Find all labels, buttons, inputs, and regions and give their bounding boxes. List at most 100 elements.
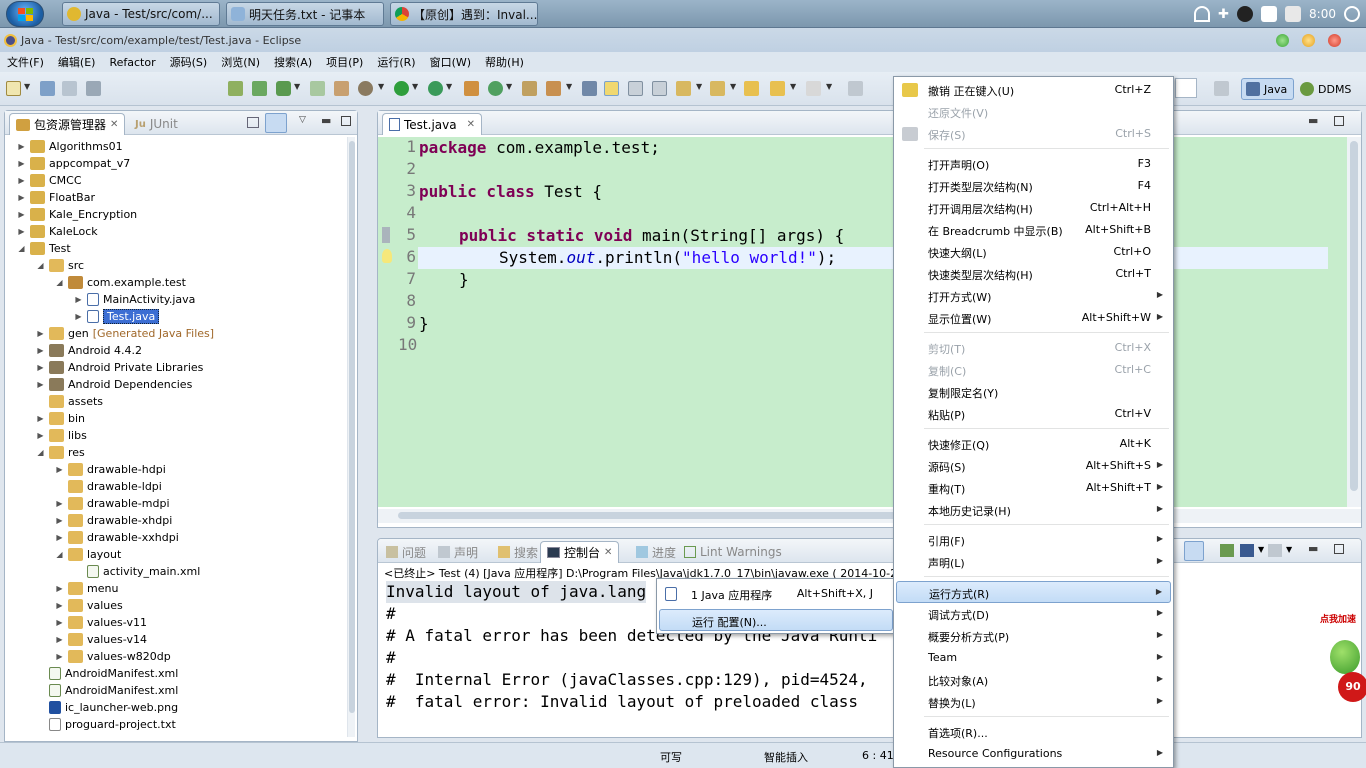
chevron-down-icon[interactable]: ▼: [826, 82, 834, 91]
taskbar-button-chrome[interactable]: 【原创】遇到：Inval...: [390, 2, 538, 26]
forward-icon[interactable]: [806, 81, 821, 96]
link-with-editor-icon[interactable]: [265, 113, 287, 133]
chevron-down-icon[interactable]: ▼: [1258, 545, 1264, 554]
android-sdk-icon[interactable]: [252, 81, 267, 96]
tab-search[interactable]: 搜索: [492, 543, 544, 561]
previous-edit-icon[interactable]: [710, 81, 725, 96]
menu-item-replace-with[interactable]: 替换为(L) ▶: [896, 691, 1171, 713]
block-selection-icon[interactable]: [628, 81, 643, 96]
tree-item-folder[interactable]: ▶ drawable-xxhdpi: [55, 529, 179, 546]
menu-source[interactable]: 源码(S): [163, 54, 215, 70]
tree-item-project[interactable]: ▶ Algorithms01: [17, 138, 123, 155]
open-type-icon[interactable]: [522, 81, 537, 96]
new-file-icon[interactable]: [6, 81, 21, 96]
menu-window[interactable]: 窗口(W): [423, 54, 478, 70]
menu-item-quick-type-hierarchy[interactable]: 快速类型层次结构(H) Ctrl+T: [896, 263, 1171, 285]
tree-item-file[interactable]: activity_main.xml: [74, 563, 200, 580]
menu-item-copy[interactable]: 复制(C) Ctrl+C: [896, 359, 1171, 381]
pin-console-icon[interactable]: [1184, 541, 1204, 561]
tree-item-project[interactable]: ▶ FloatBar: [17, 189, 95, 206]
menu-item-source[interactable]: 源码(S) Alt+Shift+S ▶: [896, 455, 1171, 477]
perspective-java[interactable]: Java: [1241, 78, 1294, 100]
menu-item-profile-as[interactable]: 概要分析方式(P) ▶: [896, 625, 1171, 647]
tree-item-library[interactable]: ▶ Android 4.4.2: [36, 342, 142, 359]
menu-item-paste[interactable]: 粘贴(P) Ctrl+V: [896, 403, 1171, 425]
tree-item-project[interactable]: ▶ KaleLock: [17, 223, 98, 240]
tree-item-folder[interactable]: ▶ values-v14: [55, 631, 147, 648]
tree-item-library[interactable]: ▶ Android Private Libraries: [36, 359, 203, 376]
menu-item-run-as[interactable]: 运行方式(R) ▶: [896, 581, 1171, 603]
print-icon[interactable]: [86, 81, 101, 96]
menu-item-run-configurations[interactable]: 运行 配置(N)...: [659, 609, 893, 631]
tree-item-file[interactable]: proguard-project.txt: [36, 716, 176, 733]
chevron-down-icon[interactable]: ▼: [506, 82, 514, 91]
close-button[interactable]: [1328, 34, 1341, 47]
chevron-down-icon[interactable]: ▼: [412, 82, 420, 91]
menu-edit[interactable]: 编辑(E): [51, 54, 103, 70]
menu-item-preferences[interactable]: 首选项(R)...: [896, 721, 1171, 743]
view-menu-icon[interactable]: ▽: [299, 115, 306, 125]
scrollbar-thumb[interactable]: [398, 512, 898, 519]
download-icon[interactable]: [228, 81, 243, 96]
menu-item-references[interactable]: 引用(F) ▶: [896, 529, 1171, 551]
tab-problems[interactable]: 问题: [380, 543, 432, 561]
tree-item-folder[interactable]: ▶ gen [Generated Java Files]: [36, 325, 214, 342]
back-icon[interactable]: [770, 81, 785, 96]
menu-item-undo[interactable]: 撤销 正在键入(U) Ctrl+Z: [896, 79, 1171, 101]
show-whitespace-icon[interactable]: [652, 81, 667, 96]
collapse-all-icon[interactable]: [247, 117, 259, 128]
menu-item-local-history[interactable]: 本地历史记录(H) ▶: [896, 499, 1171, 521]
open-perspective-icon[interactable]: [1214, 81, 1229, 96]
chevron-down-icon[interactable]: ▼: [294, 82, 302, 91]
tree-item-file[interactable]: ▶ MainActivity.java: [74, 291, 195, 308]
tab-progress[interactable]: 进度: [630, 543, 682, 561]
menu-item-copy-qualified-name[interactable]: 复制限定名(Y): [896, 381, 1171, 403]
taskbar-button-eclipse[interactable]: Java - Test/src/com/...: [62, 2, 220, 26]
menu-item-quick-fix[interactable]: 快速修正(Q) Alt+K: [896, 433, 1171, 455]
tree-item-folder[interactable]: ▶ drawable-mdpi: [55, 495, 170, 512]
menu-item-refactor[interactable]: 重构(T) Alt+Shift+T ▶: [896, 477, 1171, 499]
tab-lint-warnings[interactable]: Lint Warnings: [678, 543, 788, 561]
chevron-down-icon[interactable]: ▼: [446, 82, 454, 91]
menu-search[interactable]: 搜索(A): [267, 54, 319, 70]
minimize-view-icon[interactable]: ▬: [1308, 114, 1318, 127]
tree-item-file[interactable]: AndroidManifest.xml: [36, 682, 178, 699]
menu-run[interactable]: 运行(R): [370, 54, 422, 70]
chevron-down-icon[interactable]: ▼: [790, 82, 798, 91]
maximize-button[interactable]: [1302, 34, 1315, 47]
menu-item-revert-file[interactable]: 还原文件(V): [896, 101, 1171, 123]
maximize-view-icon[interactable]: [341, 116, 351, 126]
menu-item-quick-outline[interactable]: 快速大纲(L) Ctrl+O: [896, 241, 1171, 263]
tree-item-folder[interactable]: ◢ layout: [55, 546, 121, 563]
taskbar-button-notepad[interactable]: 明天任务.txt - 记事本: [226, 2, 384, 26]
package-explorer-scrollbar[interactable]: [347, 137, 355, 737]
perspective-ddms[interactable]: DDMS: [1298, 78, 1358, 100]
tree-item-folder[interactable]: ▶ values-v11: [55, 614, 147, 631]
menu-item-cut[interactable]: 剪切(T) Ctrl+X: [896, 337, 1171, 359]
volume-icon[interactable]: [1261, 6, 1278, 22]
clock[interactable]: 8:00: [1309, 7, 1336, 21]
chevron-down-icon[interactable]: ▼: [566, 82, 574, 91]
menu-project[interactable]: 项目(P): [319, 54, 370, 70]
next-edit-icon[interactable]: [676, 81, 691, 96]
new-android-project-icon[interactable]: [310, 81, 325, 96]
editor-horizontal-scrollbar[interactable]: [378, 509, 1361, 523]
menu-item-open-with[interactable]: 打开方式(W) ▶: [896, 285, 1171, 307]
speed-up-widget[interactable]: 点我加速 90: [1320, 610, 1366, 710]
external-tools-icon[interactable]: [428, 81, 443, 96]
new-class-icon[interactable]: [488, 81, 503, 96]
menu-item-open-declaration[interactable]: 打开声明(O) F3: [896, 153, 1171, 175]
tree-item-folder[interactable]: ◢ res: [36, 444, 85, 461]
minimize-view-icon[interactable]: ▬: [321, 114, 331, 127]
lightbulb-icon[interactable]: [382, 249, 392, 263]
tree-item-file[interactable]: AndroidManifest.xml: [36, 665, 178, 682]
menu-item-resource-configurations[interactable]: Resource Configurations ▶: [896, 743, 1171, 765]
minimize-button[interactable]: [1276, 34, 1289, 47]
menu-item-open-type-hierarchy[interactable]: 打开类型层次结构(N) F4: [896, 175, 1171, 197]
tree-item-project[interactable]: ◢ Test: [17, 240, 71, 257]
tree-item-folder[interactable]: ▶ drawable-xhdpi: [55, 512, 172, 529]
pin-editor-icon[interactable]: [848, 81, 863, 96]
scrollbar-thumb[interactable]: [349, 141, 355, 713]
tree-item-folder[interactable]: ▶ values-w820dp: [55, 648, 171, 665]
maximize-view-icon[interactable]: [1334, 544, 1344, 554]
